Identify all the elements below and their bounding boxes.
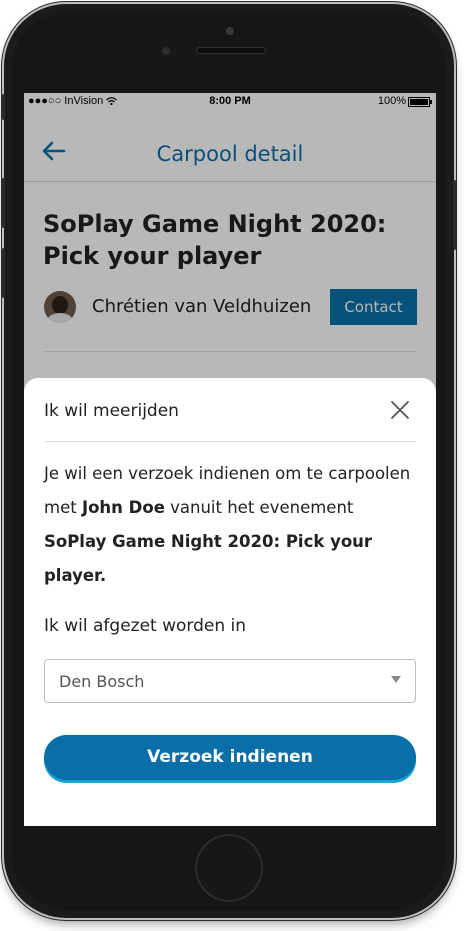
app-screen: ●●●○○ InVision 8:00 PM 100% Carpool deta… <box>24 93 436 826</box>
front-camera <box>161 46 171 56</box>
driver-name: John Doe <box>81 498 165 517</box>
sheet-divider <box>44 441 416 442</box>
caret-down-icon <box>391 676 401 683</box>
dropoff-label: Ik wil afgezet worden in <box>44 616 247 636</box>
request-description: Je wil een verzoek indienen om te carpoo… <box>44 457 416 593</box>
sheet-title: Ik wil meerijden <box>44 401 179 421</box>
bottom-sheet: Ik wil meerijden Je wil een verzoek indi… <box>24 378 436 826</box>
volume-down-button <box>2 248 5 298</box>
desc-text-2: vanuit het evenement <box>164 498 354 517</box>
power-button <box>453 180 456 250</box>
mute-switch <box>2 94 5 120</box>
home-button[interactable] <box>197 836 261 900</box>
volume-up-button <box>2 178 5 228</box>
close-icon[interactable] <box>391 401 409 419</box>
earpiece-speaker <box>196 47 266 54</box>
dropoff-selected-value: Den Bosch <box>59 672 145 691</box>
submit-request-button[interactable]: Verzoek indienen <box>44 735 416 780</box>
sensor-dot <box>226 27 234 35</box>
event-name: SoPlay Game Night 2020: Pick your player… <box>44 532 373 585</box>
dropoff-select[interactable]: Den Bosch <box>44 659 416 703</box>
